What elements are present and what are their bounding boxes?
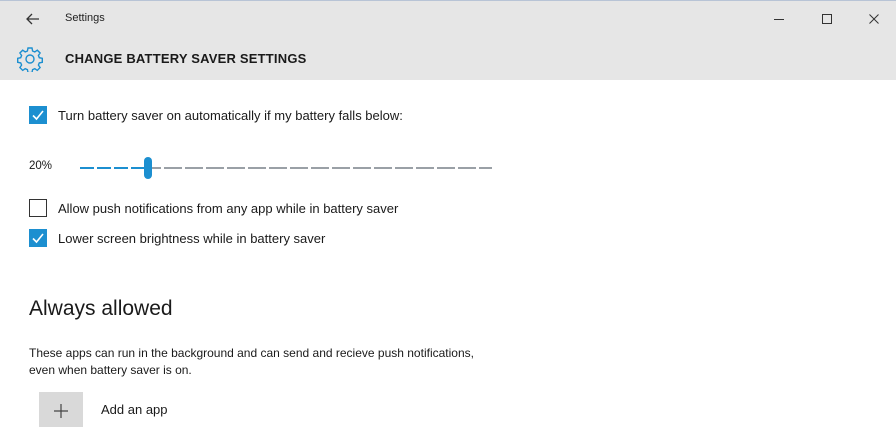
auto-battery-saver-label: Turn battery saver on automatically if m… bbox=[58, 107, 403, 123]
checkmark-icon bbox=[32, 233, 44, 244]
page-title: CHANGE BATTERY SAVER SETTINGS bbox=[65, 51, 307, 66]
minimize-icon bbox=[774, 19, 784, 20]
page-header: CHANGE BATTERY SAVER SETTINGS bbox=[0, 38, 896, 80]
title-bar: Settings bbox=[0, 0, 896, 38]
lower-brightness-row[interactable]: Lower screen brightness while in battery… bbox=[29, 229, 325, 247]
push-notifications-label: Allow push notifications from any app wh… bbox=[58, 200, 399, 216]
add-app-button[interactable] bbox=[39, 392, 83, 427]
slider-thumb[interactable] bbox=[144, 157, 152, 179]
add-app-label[interactable]: Add an app bbox=[101, 402, 168, 417]
back-arrow-icon bbox=[26, 13, 39, 25]
auto-battery-saver-checkbox[interactable] bbox=[29, 106, 47, 124]
maximize-icon bbox=[822, 14, 832, 24]
maximize-button[interactable] bbox=[815, 7, 839, 31]
slider-track-fill bbox=[80, 167, 146, 169]
close-icon bbox=[869, 14, 879, 24]
push-notifications-checkbox[interactable] bbox=[29, 199, 47, 217]
lower-brightness-label: Lower screen brightness while in battery… bbox=[58, 230, 326, 246]
back-button[interactable] bbox=[22, 8, 44, 30]
plus-icon bbox=[54, 404, 68, 418]
checkmark-icon bbox=[32, 110, 44, 121]
close-button[interactable] bbox=[862, 7, 886, 31]
battery-threshold-slider[interactable] bbox=[80, 157, 492, 179]
always-allowed-heading: Always allowed bbox=[29, 297, 173, 320]
app-title: Settings bbox=[65, 12, 105, 24]
always-allowed-description: These apps can run in the background and… bbox=[29, 346, 474, 377]
auto-battery-saver-row[interactable]: Turn battery saver on automatically if m… bbox=[29, 106, 403, 124]
minimize-button[interactable] bbox=[767, 7, 791, 31]
push-notifications-row[interactable]: Allow push notifications from any app wh… bbox=[29, 199, 398, 217]
lower-brightness-checkbox[interactable] bbox=[29, 229, 47, 247]
threshold-value: 20% bbox=[29, 160, 53, 172]
gear-icon bbox=[17, 47, 43, 72]
